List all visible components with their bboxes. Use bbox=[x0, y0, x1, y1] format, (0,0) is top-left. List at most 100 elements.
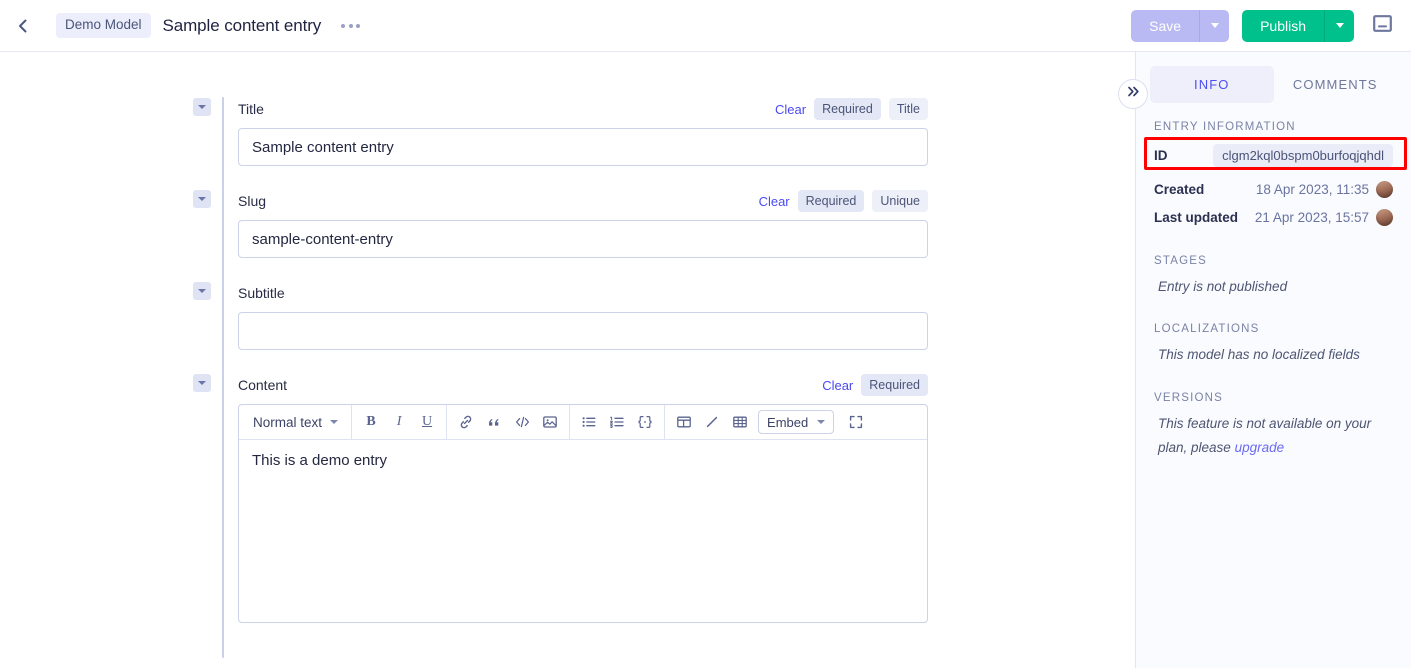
chevron-down-icon bbox=[198, 197, 206, 201]
badge-unique[interactable]: Unique bbox=[872, 190, 928, 212]
save-dropdown-button[interactable] bbox=[1199, 9, 1230, 42]
editor-toolbar: Normal text B I U Embed bbox=[239, 404, 927, 440]
entry-information-heading: ENTRY INFORMATION bbox=[1154, 121, 1296, 133]
columns-icon[interactable] bbox=[670, 409, 698, 435]
model-chip[interactable]: Demo Model bbox=[56, 13, 151, 38]
text-style-value: Normal text bbox=[253, 414, 323, 430]
field-label: Title bbox=[238, 101, 264, 117]
field-body: Content Clear Required Normal text B I U bbox=[238, 373, 928, 658]
field-rail bbox=[222, 97, 224, 190]
versions-note: This feature is not available on your pl… bbox=[1136, 412, 1411, 459]
chevron-down-icon bbox=[198, 105, 206, 109]
panel-toggle-button[interactable] bbox=[1367, 11, 1397, 41]
last-updated-label: Last updated bbox=[1154, 209, 1239, 225]
collapse-field-button[interactable] bbox=[193, 282, 211, 300]
content-editor-area[interactable]: This is a demo entry bbox=[239, 440, 927, 622]
field-badges: Clear Required Unique bbox=[759, 190, 928, 212]
field-body: Subtitle bbox=[238, 281, 928, 374]
field-rail bbox=[222, 189, 224, 282]
avatar bbox=[1376, 208, 1393, 226]
publish-button[interactable]: Publish bbox=[1242, 9, 1324, 42]
divider-icon[interactable] bbox=[698, 409, 726, 435]
field-title: Title Clear Required Title Sample conten… bbox=[193, 97, 928, 190]
ellipsis-icon bbox=[348, 23, 353, 28]
chevron-down-icon bbox=[1210, 23, 1219, 28]
tab-info[interactable]: INFO bbox=[1150, 66, 1274, 103]
field-badges: Clear Required Title bbox=[775, 98, 928, 120]
chevron-down-icon bbox=[1335, 23, 1344, 28]
id-value[interactable]: clgm2kql0bspm0burfoqjqhdl bbox=[1213, 143, 1393, 167]
inline-code-icon[interactable] bbox=[508, 409, 536, 435]
chevron-down-icon bbox=[198, 381, 206, 385]
clear-link[interactable]: Clear bbox=[759, 194, 790, 209]
image-icon[interactable] bbox=[536, 409, 564, 435]
rich-text-editor: Normal text B I U Embed This is a demo e… bbox=[238, 404, 928, 623]
back-button[interactable] bbox=[6, 9, 40, 43]
chevron-left-icon bbox=[14, 17, 32, 35]
blockquote-icon[interactable] bbox=[480, 409, 508, 435]
field-subtitle: Subtitle bbox=[193, 281, 928, 374]
stages-note: Entry is not published bbox=[1158, 279, 1288, 294]
badge-required[interactable]: Required bbox=[797, 190, 865, 212]
toolbar-divider bbox=[664, 404, 666, 440]
collapse-field-button[interactable] bbox=[193, 98, 211, 116]
tab-comments[interactable]: COMMENTS bbox=[1274, 66, 1398, 103]
title-input[interactable]: Sample content entry bbox=[238, 128, 928, 166]
code-block-icon[interactable] bbox=[631, 409, 659, 435]
table-icon[interactable] bbox=[726, 409, 754, 435]
field-body: Title Clear Required Title Sample conten… bbox=[238, 97, 928, 190]
badge-required[interactable]: Required bbox=[861, 374, 928, 396]
badge-title[interactable]: Title bbox=[888, 98, 928, 120]
stages-heading: STAGES bbox=[1154, 255, 1207, 267]
more-actions-button[interactable] bbox=[337, 18, 364, 34]
numbered-list-icon[interactable] bbox=[603, 409, 631, 435]
field-label: Subtitle bbox=[238, 285, 285, 301]
id-label: ID bbox=[1154, 147, 1168, 163]
top-bar-actions: Save Publish bbox=[1131, 9, 1411, 42]
link-icon[interactable] bbox=[452, 409, 480, 435]
chevrons-right-icon bbox=[1126, 84, 1141, 104]
field-header: Subtitle bbox=[238, 281, 928, 305]
fullscreen-icon[interactable] bbox=[842, 409, 870, 435]
field-header: Title Clear Required Title bbox=[238, 97, 928, 121]
clear-link[interactable]: Clear bbox=[775, 102, 806, 117]
field-content: Content Clear Required Normal text B I U bbox=[193, 373, 928, 658]
save-split-button[interactable]: Save bbox=[1131, 9, 1230, 42]
field-label: Content bbox=[238, 377, 288, 393]
localizations-heading: LOCALIZATIONS bbox=[1154, 322, 1260, 335]
clear-link[interactable]: Clear bbox=[822, 378, 853, 393]
bold-icon[interactable]: B bbox=[357, 409, 385, 435]
entry-form-canvas: Title Clear Required Title Sample conten… bbox=[0, 52, 1135, 668]
field-label: Slug bbox=[238, 193, 267, 209]
field-header: Content Clear Required bbox=[238, 373, 928, 397]
save-button[interactable]: Save bbox=[1131, 9, 1200, 42]
embed-select[interactable]: Embed bbox=[758, 410, 835, 434]
field-body: Slug Clear Required Unique sample-conten… bbox=[238, 189, 928, 282]
toolbar-divider bbox=[446, 404, 448, 440]
field-rail bbox=[222, 281, 224, 374]
page-title: Sample content entry bbox=[162, 15, 322, 35]
publish-split-button[interactable]: Publish bbox=[1242, 9, 1354, 42]
row-created: Created 18 Apr 2023, 11:35 bbox=[1136, 175, 1411, 203]
field-badges: Clear Required bbox=[822, 374, 928, 396]
slug-input[interactable]: sample-content-entry bbox=[238, 220, 928, 258]
top-bar: Demo Model Sample content entry Save Pub… bbox=[0, 0, 1411, 52]
underline-icon[interactable]: U bbox=[413, 409, 441, 435]
entry-information-block: ID clgm2kql0bspm0burfoqjqhdl Created 18 … bbox=[1136, 137, 1411, 231]
bullet-list-icon[interactable] bbox=[575, 409, 603, 435]
text-style-select[interactable]: Normal text bbox=[245, 409, 346, 435]
toolbar-divider bbox=[569, 404, 571, 440]
collapse-field-button[interactable] bbox=[193, 374, 211, 392]
embed-label: Embed bbox=[767, 414, 809, 430]
sidebar-collapse-button[interactable] bbox=[1118, 79, 1148, 109]
upgrade-link[interactable]: upgrade bbox=[1235, 440, 1285, 455]
subtitle-input[interactable] bbox=[238, 312, 928, 350]
field-header: Slug Clear Required Unique bbox=[238, 189, 928, 213]
badge-required[interactable]: Required bbox=[814, 98, 881, 120]
field-rail bbox=[222, 373, 224, 658]
italic-icon[interactable]: I bbox=[385, 409, 413, 435]
publish-dropdown-button[interactable] bbox=[1324, 9, 1354, 42]
collapse-field-button[interactable] bbox=[193, 190, 211, 208]
versions-heading: VERSIONS bbox=[1154, 392, 1224, 405]
created-value: 18 Apr 2023, 11:35 bbox=[1255, 181, 1369, 197]
